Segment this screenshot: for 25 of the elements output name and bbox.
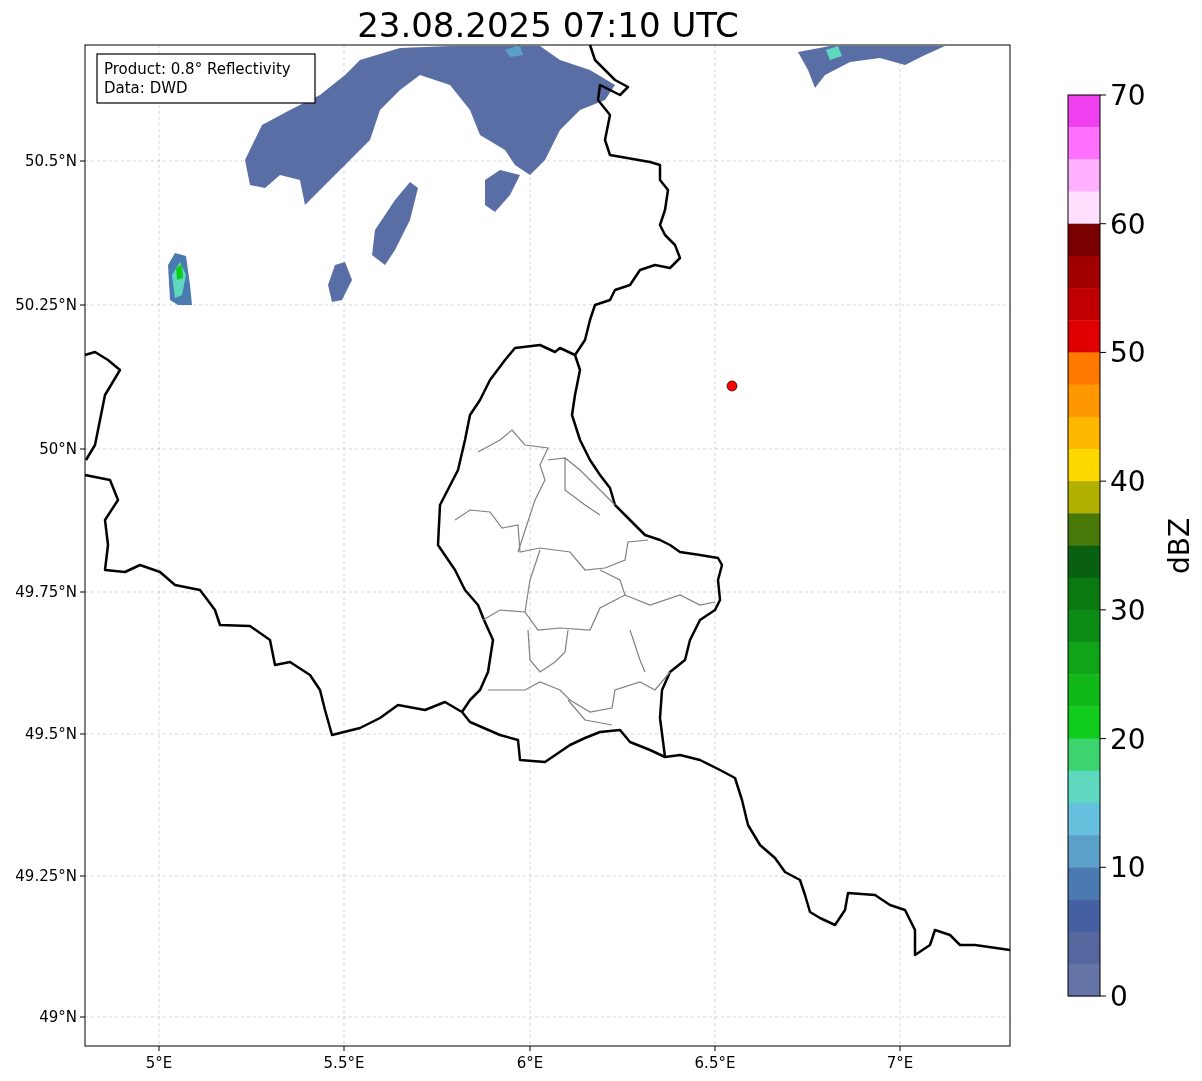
colorbar-tick-label: 70 [1110, 79, 1146, 112]
location-marker [726, 380, 738, 392]
colorbar-tick-label: 0 [1110, 980, 1128, 1013]
x-tick-label: 5°E [145, 1054, 173, 1072]
y-tick-label: 50.5°N [24, 152, 77, 170]
info-text: Product: 0.8° Reflectivity [104, 60, 291, 78]
colorbar-tick-label: 60 [1110, 207, 1146, 241]
y-tick-label: 49.5°N [24, 725, 77, 743]
y-tick-label: 49°N [39, 1008, 77, 1026]
x-tick-label: 5.5°E [323, 1054, 365, 1072]
chart-title: 23.08.2025 07:10 UTC [357, 5, 739, 45]
colorbar-tick-label: 50 [1110, 336, 1146, 370]
info-text: Data: DWD [104, 79, 188, 97]
x-tick-label: 6.5°E [694, 1054, 736, 1072]
colorbar-tick-label: 40 [1110, 465, 1146, 499]
colorbar-tick-label: 30 [1110, 593, 1146, 627]
y-tick-label: 50.25°N [15, 296, 77, 314]
colorbar-tick-label: 20 [1110, 722, 1146, 756]
x-tick-label: 7°E [886, 1054, 914, 1072]
y-tick-label: 49.75°N [15, 583, 77, 601]
x-tick-label: 6°E [516, 1054, 544, 1072]
colorbar-tick-label: 10 [1110, 851, 1146, 885]
colorbar-label: dBZ [1163, 517, 1196, 575]
y-tick-label: 50°N [39, 440, 77, 458]
y-tick-label: 49.25°N [15, 867, 77, 885]
